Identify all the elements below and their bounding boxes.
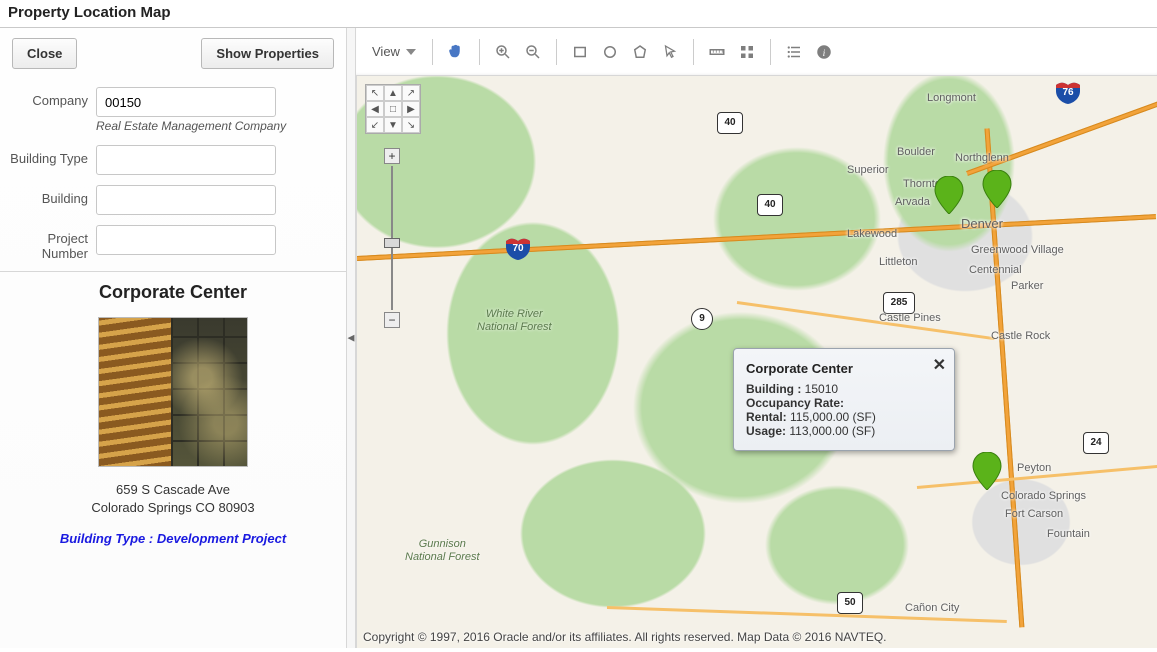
city-lakewood: Lakewood	[847, 228, 897, 240]
city-parker: Parker	[1011, 280, 1043, 292]
white-river-forest-label: White RiverNational Forest	[477, 308, 552, 334]
city-boulder: Boulder	[897, 146, 935, 158]
view-menu-label: View	[372, 44, 400, 59]
city-fountain: Fountain	[1047, 528, 1090, 540]
city-castle-pines: Castle Pines	[879, 312, 941, 324]
building-label: Building	[8, 185, 96, 206]
zoom-out-icon[interactable]	[520, 39, 546, 65]
property-card-title: Corporate Center	[8, 282, 338, 303]
city-colorado-springs: Colorado Springs	[1001, 490, 1086, 502]
svg-text:i: i	[823, 47, 826, 58]
project-number-label: Project Number	[8, 225, 96, 261]
map-copyright: Copyright © 1997, 2016 Oracle and/or its…	[363, 630, 887, 644]
view-menu-button[interactable]: View	[366, 40, 422, 63]
map-marker[interactable]	[934, 176, 964, 214]
popup-rental-value: 115,000.00 (SF)	[790, 410, 876, 424]
pointer-select-icon[interactable]	[657, 39, 683, 65]
company-label: Company	[8, 87, 96, 108]
city-fort-carson: Fort Carson	[1005, 508, 1063, 520]
zoom-handle[interactable]	[384, 238, 400, 248]
company-input[interactable]	[96, 87, 276, 117]
interstate-70-shield: 70	[505, 238, 531, 260]
popup-title: Corporate Center	[746, 361, 942, 376]
toolbar-separator	[556, 39, 557, 65]
popup-occupancy-label: Occupancy Rate:	[746, 396, 844, 410]
building-input[interactable]	[96, 185, 276, 215]
toolbar-separator	[770, 39, 771, 65]
city-northglenn: Northglenn	[955, 152, 1009, 164]
city-littleton: Littleton	[879, 256, 918, 268]
pan-n-button[interactable]: ▲	[384, 85, 402, 101]
map-marker[interactable]	[982, 170, 1012, 208]
property-image	[98, 317, 248, 467]
popup-usage-value: 113,000.00 (SF)	[789, 424, 875, 438]
building-type-label: Building Type	[8, 145, 96, 166]
close-button[interactable]: Close	[12, 38, 77, 69]
project-number-input[interactable]	[96, 225, 276, 255]
city-castle-rock: Castle Rock	[991, 330, 1050, 342]
city-longmont: Longmont	[927, 92, 976, 104]
us-24-shield: 24	[1083, 432, 1109, 454]
list-icon[interactable]	[781, 39, 807, 65]
chevron-down-icon	[406, 49, 416, 55]
zoom-out-button[interactable]: −	[384, 312, 400, 328]
page-title: Property Location Map	[0, 0, 1157, 25]
city-superior: Superior	[847, 164, 889, 176]
circle-select-icon[interactable]	[597, 39, 623, 65]
pan-nw-button[interactable]: ↖	[366, 85, 384, 101]
pan-sw-button[interactable]: ↙	[366, 117, 384, 133]
us-285-shield: 285	[883, 292, 915, 314]
property-building-type: Building Type : Development Project	[8, 531, 338, 546]
sidebar-divider	[0, 271, 346, 272]
pan-center-button[interactable]: □	[384, 101, 402, 117]
polygon-select-icon[interactable]	[627, 39, 653, 65]
company-help-text: Real Estate Management Company	[96, 119, 338, 135]
city-denver: Denver	[961, 216, 1003, 231]
building-type-input[interactable]	[96, 145, 276, 175]
map-canvas[interactable]: 70 76 40 40 285 24 50 9 White RiverNatio…	[356, 76, 1157, 648]
co-9-shield: 9	[691, 308, 713, 330]
city-canon-city: Cañon City	[905, 602, 959, 614]
sidebar-collapse-handle[interactable]	[346, 28, 356, 648]
grid-icon[interactable]	[734, 39, 760, 65]
map-info-popup: ✕ Corporate Center Building : 15010 Occu…	[733, 348, 955, 451]
interstate-76-shield: 76	[1055, 82, 1081, 104]
popup-usage-label: Usage:	[746, 424, 786, 438]
gunnison-forest-label: GunnisonNational Forest	[405, 538, 480, 564]
toolbar-separator	[479, 39, 480, 65]
pan-ne-button[interactable]: ↗	[402, 85, 420, 101]
us-40-shield: 40	[717, 112, 743, 134]
us-40-shield-b: 40	[757, 194, 783, 216]
popup-building-value: 15010	[805, 382, 838, 396]
property-address-line1: 659 S Cascade Ave	[8, 481, 338, 499]
popup-rental-label: Rental:	[746, 410, 787, 424]
pan-e-button[interactable]: ▶	[402, 101, 420, 117]
zoom-in-icon[interactable]	[490, 39, 516, 65]
rectangle-select-icon[interactable]	[567, 39, 593, 65]
map-marker-selected[interactable]	[972, 452, 1002, 490]
pan-se-button[interactable]: ↘	[402, 117, 420, 133]
popup-building-label: Building :	[746, 382, 801, 396]
map-toolbar: View	[356, 28, 1157, 76]
pan-s-button[interactable]: ▼	[384, 117, 402, 133]
us-50-shield: 50	[837, 592, 863, 614]
info-icon[interactable]: i	[811, 39, 837, 65]
pan-w-button[interactable]: ◀	[366, 101, 384, 117]
popup-close-icon[interactable]: ✕	[933, 355, 946, 375]
toolbar-separator	[432, 39, 433, 65]
city-peyton: Peyton	[1017, 462, 1051, 474]
pan-tool-icon[interactable]	[443, 39, 469, 65]
show-properties-button[interactable]: Show Properties	[201, 38, 334, 69]
sidebar: Close Show Properties Company Real Estat…	[0, 28, 346, 648]
zoom-in-button[interactable]: +	[384, 148, 400, 164]
map-pan-control: ↖ ▲ ↗ ◀ □ ▶ ↙ ▼ ↘	[365, 84, 421, 134]
city-arvada: Arvada	[895, 196, 930, 208]
property-address-line2: Colorado Springs CO 80903	[8, 499, 338, 517]
map-zoom-slider: + −	[387, 148, 397, 328]
toolbar-separator	[693, 39, 694, 65]
ruler-icon[interactable]	[704, 39, 730, 65]
city-greenwood: Greenwood Village	[971, 244, 1064, 256]
city-centennial: Centennial	[969, 264, 1022, 276]
